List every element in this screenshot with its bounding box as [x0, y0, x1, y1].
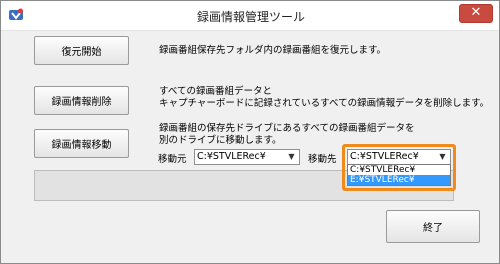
dialog-window: 録画情報管理ツール ✕ 復元開始 録画番組保存先フォルダ内の録画番組を復元します… [0, 0, 500, 264]
restore-start-button[interactable]: 復元開始 [34, 36, 129, 65]
window-title: 録画情報管理ツール [196, 10, 305, 24]
source-select-value: C:¥STVLERec¥ [197, 151, 266, 162]
delete-description: すべての録画番組データと キャプチャーボードに記録されているすべての録画情報デー… [159, 86, 490, 109]
app-icon [8, 7, 24, 23]
move-recording-info-button[interactable]: 録画情報移動 [34, 129, 129, 158]
title-bar: 録画情報管理ツール ✕ [1, 1, 499, 31]
restore-description: 録画番組保存先フォルダ内の録画番組を復元します。 [159, 45, 387, 56]
exit-button[interactable]: 終了 [386, 210, 480, 243]
source-label: 移動元 [158, 154, 187, 165]
source-select[interactable]: C:¥STVLERec¥ ▼ [194, 149, 300, 165]
delete-recording-info-button[interactable]: 録画情報削除 [34, 86, 129, 115]
close-window-button[interactable]: ✕ [459, 4, 493, 23]
chevron-down-icon[interactable]: ▼ [285, 151, 298, 163]
highlight-frame [342, 144, 456, 191]
destination-label: 移動先 [308, 154, 337, 165]
